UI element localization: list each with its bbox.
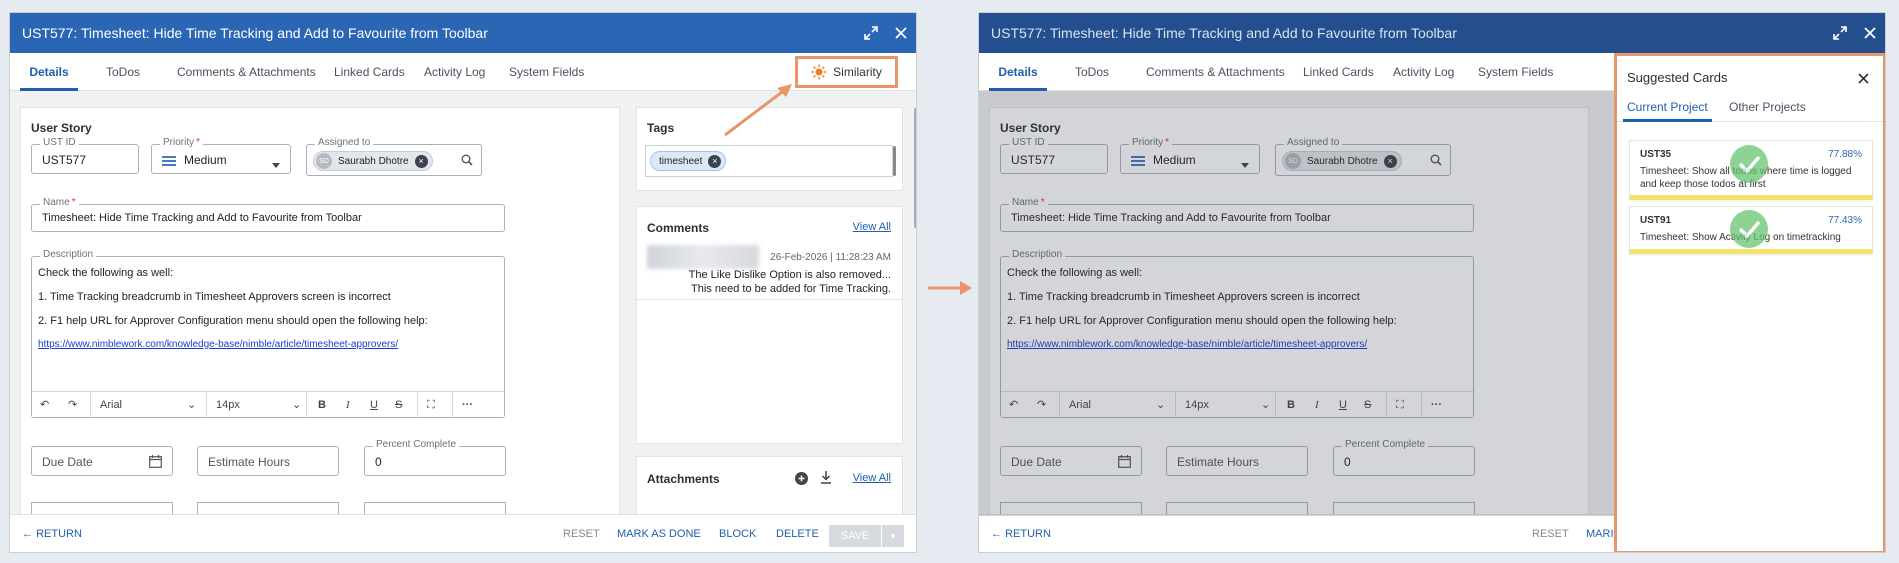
underline-icon[interactable]: U xyxy=(370,392,378,418)
card-detail-window-after: UST577: Timesheet: Hide Time Tracking an… xyxy=(978,12,1886,553)
window-title-bar: UST577: Timesheet: Hide Time Tracking an… xyxy=(979,13,1885,53)
highlight-arrow xyxy=(724,84,792,137)
similarity-percent: 77.43% xyxy=(1828,215,1862,226)
help-link[interactable]: https://www.nimblework.com/knowledge-bas… xyxy=(38,339,398,350)
tags-input[interactable]: timesheet × xyxy=(645,145,893,177)
expand-icon[interactable] xyxy=(856,13,886,53)
mark-as-done-button[interactable]: MARI xyxy=(1586,515,1614,552)
similarity-percent: 77.88% xyxy=(1828,149,1862,160)
assignee-chip: SD Saurabh Dhotre × xyxy=(313,151,433,171)
avatar: SD xyxy=(316,153,332,169)
tab-comments-attachments[interactable]: Comments & Attachments xyxy=(1146,53,1285,91)
percent-complete-field[interactable]: Percent Complete 0 xyxy=(364,439,506,476)
tab-other-projects[interactable]: Other Projects xyxy=(1729,92,1806,122)
footer-bar: ← RETURN RESET MARK AS DONE BLOCK DELETE… xyxy=(10,514,916,552)
window-title: UST577: Timesheet: Hide Time Tracking an… xyxy=(22,25,488,41)
remove-tag-icon[interactable]: × xyxy=(708,154,722,168)
italic-icon[interactable]: I xyxy=(346,392,350,418)
attachments-panel: Attachments View All xyxy=(636,456,903,516)
add-attachment-icon[interactable] xyxy=(795,472,808,490)
card-id: UST35 xyxy=(1640,149,1672,160)
tab-system-fields[interactable]: System Fields xyxy=(1478,53,1553,91)
comments-panel: Comments View All 26-Feb-2026 | 11:28:23… xyxy=(636,206,903,444)
download-icon[interactable] xyxy=(820,471,832,489)
suggested-tabs: Current Project Other Projects xyxy=(1617,92,1883,122)
card-id: UST91 xyxy=(1640,215,1672,226)
save-button[interactable]: SAVE xyxy=(829,525,881,547)
priority-select[interactable]: Priority * Medium xyxy=(151,137,291,174)
editor-toolbar: ↶ ↷ Arial ⌄ 14px ⌄ B I U S ⛶ ··· xyxy=(32,391,504,418)
section-title: User Story xyxy=(31,121,92,135)
return-button[interactable]: ← RETURN xyxy=(22,515,82,552)
transition-arrow xyxy=(928,281,972,295)
ust-id-field[interactable]: UST ID UST577 xyxy=(31,137,139,174)
mark-as-done-button[interactable]: MARK AS DONE xyxy=(617,515,701,552)
strikethrough-icon[interactable]: S xyxy=(395,392,402,418)
chevron-down-icon[interactable]: ⌄ xyxy=(292,392,301,418)
tag-chip: timesheet × xyxy=(650,151,727,171)
name-field[interactable]: Name * Timesheet: Hide Time Tracking and … xyxy=(31,197,505,232)
check-circle-icon xyxy=(1730,210,1768,253)
calendar-icon[interactable] xyxy=(149,455,162,471)
window-title-bar: UST577: Timesheet: Hide Time Tracking an… xyxy=(10,13,916,53)
description-editor[interactable]: Description Check the following as well:… xyxy=(31,249,505,418)
expand-icon[interactable] xyxy=(1825,13,1855,53)
tab-details[interactable]: Details xyxy=(20,53,78,91)
return-button[interactable]: ← RETURN xyxy=(991,515,1051,552)
blurred-author xyxy=(647,245,759,269)
undo-icon[interactable]: ↶ xyxy=(40,392,49,418)
tab-comments-attachments[interactable]: Comments & Attachments xyxy=(177,53,316,91)
tab-activity-log[interactable]: Activity Log xyxy=(424,53,485,91)
tab-current-project[interactable]: Current Project xyxy=(1623,92,1712,122)
assigned-to-field[interactable]: Assigned to SD Saurabh Dhotre × xyxy=(306,137,482,176)
scrollbar[interactable] xyxy=(914,108,916,228)
tab-linked-cards[interactable]: Linked Cards xyxy=(334,53,405,91)
close-icon[interactable] xyxy=(1855,13,1885,53)
redo-icon[interactable]: ↷ xyxy=(68,392,77,418)
tab-details[interactable]: Details xyxy=(989,53,1047,91)
tab-todos[interactable]: ToDos xyxy=(1075,53,1109,91)
suggested-cards-panel: Suggested Cards Current Project Other Pr… xyxy=(1614,53,1885,552)
save-options-button[interactable]: ▾ xyxy=(882,525,904,547)
description-content[interactable]: Check the following as well: 1. Time Tra… xyxy=(38,267,498,367)
tab-system-fields[interactable]: System Fields xyxy=(509,53,584,91)
close-icon[interactable] xyxy=(1858,71,1869,89)
chevron-down-icon xyxy=(272,157,280,171)
reset-button[interactable]: RESET xyxy=(563,515,600,552)
due-date-field[interactable]: Due Date xyxy=(31,446,173,476)
block-button[interactable]: BLOCK xyxy=(719,515,756,552)
sun-icon xyxy=(811,64,827,80)
priority-medium-icon xyxy=(162,155,176,169)
suggested-cards-title: Suggested Cards xyxy=(1627,70,1728,85)
fullscreen-icon[interactable]: ⛶ xyxy=(427,392,435,418)
check-circle-icon xyxy=(1730,145,1768,188)
details-panel: User Story UST ID UST577 Priority * Mediu… xyxy=(20,107,620,522)
window-title: UST577: Timesheet: Hide Time Tracking an… xyxy=(991,25,1457,41)
reset-button[interactable]: RESET xyxy=(1532,515,1569,552)
tab-todos[interactable]: ToDos xyxy=(106,53,140,91)
more-icon[interactable]: ··· xyxy=(462,392,473,418)
comments-view-all-link[interactable]: View All xyxy=(853,221,891,233)
suggested-card[interactable]: UST91 77.43% Timesheet: Show Activity Lo… xyxy=(1629,206,1873,254)
remove-assignee-icon[interactable]: × xyxy=(414,154,428,168)
close-icon[interactable] xyxy=(886,13,916,53)
font-family-select[interactable]: Arial xyxy=(100,392,122,418)
search-icon[interactable] xyxy=(461,154,473,169)
estimate-hours-field[interactable]: Estimate Hours xyxy=(197,446,339,476)
tab-linked-cards[interactable]: Linked Cards xyxy=(1303,53,1374,91)
tab-activity-log[interactable]: Activity Log xyxy=(1393,53,1454,91)
suggested-card[interactable]: UST35 77.88% Timesheet: Show all todos w… xyxy=(1629,140,1873,200)
chevron-down-icon[interactable]: ⌄ xyxy=(187,392,196,418)
attachments-view-all-link[interactable]: View All xyxy=(853,472,891,484)
delete-button[interactable]: DELETE xyxy=(776,515,819,552)
similarity-button[interactable]: Similarity xyxy=(795,56,898,88)
font-size-select[interactable]: 14px xyxy=(216,392,240,418)
similarity-label: Similarity xyxy=(833,65,882,79)
bold-icon[interactable]: B xyxy=(318,392,326,418)
